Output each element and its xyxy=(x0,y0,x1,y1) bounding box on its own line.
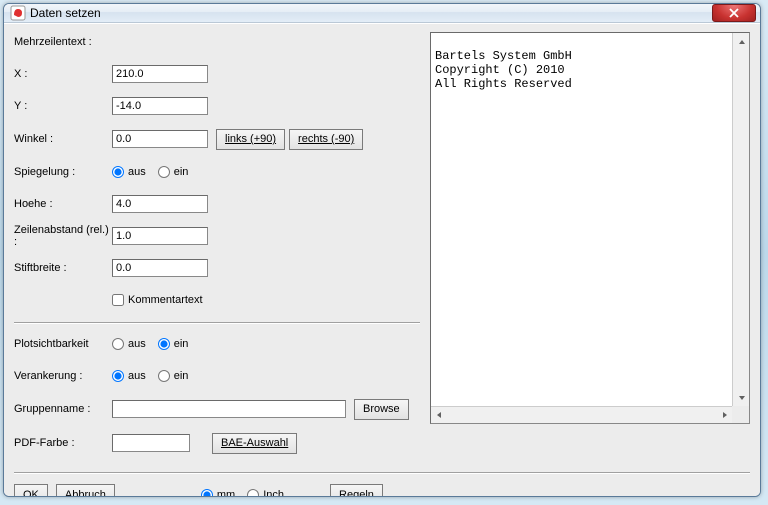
aus-label: aus xyxy=(128,166,146,178)
unit-inch-radio[interactable] xyxy=(247,489,259,498)
unit-mm-radio[interactable] xyxy=(201,489,213,498)
pdf-farbe-input[interactable] xyxy=(112,434,190,452)
client-area: Mehrzeilentext : X : Y : Winkel : links … xyxy=(4,23,760,497)
abbruch-button[interactable]: Abbruch xyxy=(56,484,115,497)
spiegelung-aus-radio[interactable] xyxy=(112,166,124,178)
vertical-scrollbar[interactable] xyxy=(732,33,749,406)
titlebar: Daten setzen xyxy=(4,4,760,23)
separator-bottom xyxy=(14,472,750,474)
gruppenname-input[interactable] xyxy=(112,400,346,418)
horizontal-scrollbar[interactable] xyxy=(431,406,732,423)
verankerung-aus-radio[interactable] xyxy=(112,370,124,382)
close-icon xyxy=(729,8,739,18)
kommentartext-checkbox[interactable] xyxy=(112,294,124,306)
verankerung-label: Verankerung : xyxy=(14,370,112,382)
plot-ein-radio[interactable] xyxy=(158,338,170,350)
kommentartext-label: Kommentartext xyxy=(128,294,203,306)
preview-line: Copyright (C) 2010 xyxy=(435,63,565,77)
scroll-up-icon[interactable] xyxy=(734,34,749,49)
stiftbreite-label: Stiftbreite : xyxy=(14,262,112,274)
mehrzeilentext-label: Mehrzeilentext : xyxy=(14,36,112,48)
winkel-label: Winkel : xyxy=(14,133,112,145)
plotsichtbarkeit-label: Plotsichtbarkeit xyxy=(14,338,112,350)
zeilenabstand-input[interactable] xyxy=(112,227,208,245)
ok-button[interactable]: OK xyxy=(14,484,48,497)
y-input[interactable] xyxy=(112,97,208,115)
gruppenname-label: Gruppenname : xyxy=(14,403,112,415)
form-panel: Mehrzeilentext : X : Y : Winkel : links … xyxy=(14,32,420,466)
window-title: Daten setzen xyxy=(30,6,712,20)
hoehe-input[interactable] xyxy=(112,195,208,213)
stiftbreite-input[interactable] xyxy=(112,259,208,277)
spiegelung-label: Spiegelung : xyxy=(14,166,112,178)
inch-label: Inch xyxy=(263,489,284,498)
app-icon xyxy=(10,5,26,21)
links-button[interactable]: links (+90) xyxy=(216,129,285,150)
winkel-input[interactable] xyxy=(112,130,208,148)
x-input[interactable] xyxy=(112,65,208,83)
y-label: Y : xyxy=(14,100,112,112)
scroll-down-icon[interactable] xyxy=(734,390,749,405)
close-button[interactable] xyxy=(712,4,756,22)
spiegelung-ein-radio[interactable] xyxy=(158,166,170,178)
browse-button[interactable]: Browse xyxy=(354,399,409,420)
scroll-left-icon[interactable] xyxy=(431,407,446,422)
preview-line: Bartels System GmbH xyxy=(435,49,572,63)
zeilenabstand-label: Zeilenabstand (rel.) : xyxy=(14,224,112,248)
hoehe-label: Hoehe : xyxy=(14,198,112,210)
scroll-right-icon[interactable] xyxy=(717,407,732,422)
x-label: X : xyxy=(14,68,112,80)
dialog-window: Daten setzen Mehrzeilentext : X : Y : xyxy=(3,3,761,497)
separator xyxy=(14,322,420,324)
plot-aus-radio[interactable] xyxy=(112,338,124,350)
regeln-button[interactable]: Regeln xyxy=(330,484,383,497)
scroll-corner xyxy=(732,406,749,423)
verankerung-ein-radio[interactable] xyxy=(158,370,170,382)
preview-line: All Rights Reserved xyxy=(435,77,572,91)
bottom-bar: OK Abbruch mm Inch Regeln xyxy=(14,484,750,497)
preview-textarea[interactable]: Bartels System GmbH Copyright (C) 2010 A… xyxy=(430,32,750,424)
pdf-farbe-label: PDF-Farbe : xyxy=(14,437,112,449)
rechts-button[interactable]: rechts (-90) xyxy=(289,129,363,150)
mm-label: mm xyxy=(217,489,235,498)
ein-label: ein xyxy=(174,166,189,178)
bae-auswahl-button[interactable]: BAE-Auswahl xyxy=(212,433,297,454)
